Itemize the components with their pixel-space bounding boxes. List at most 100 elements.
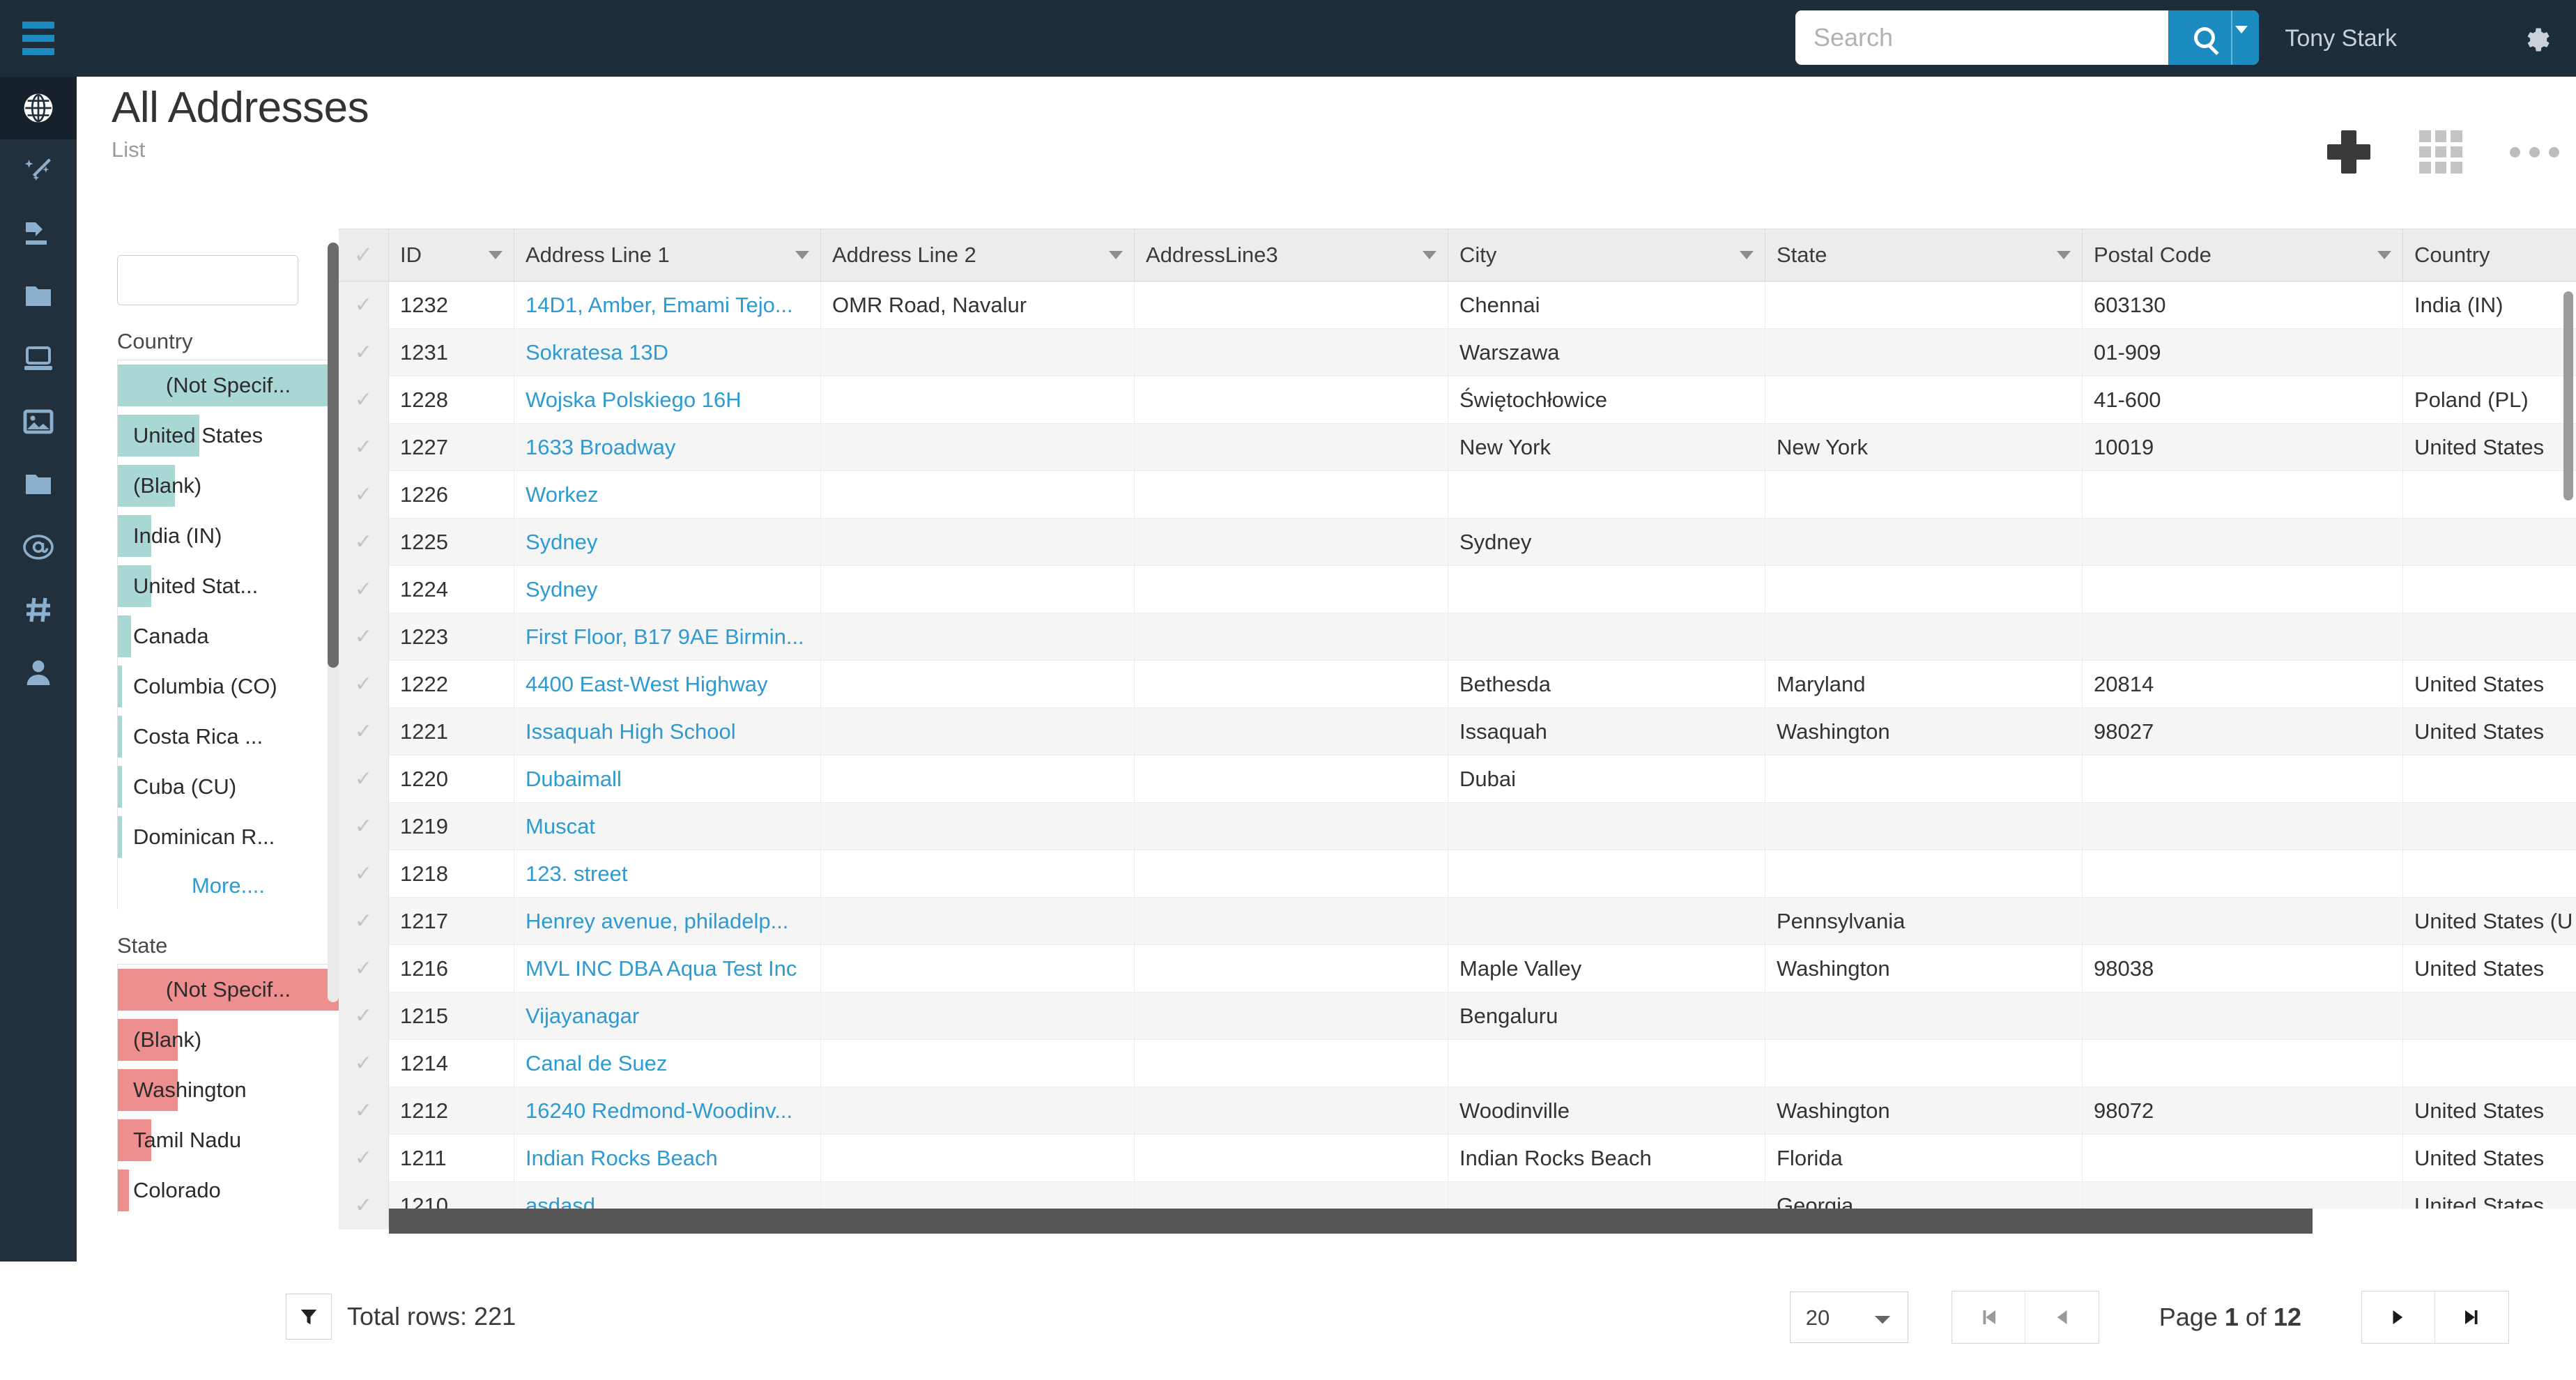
nav-item-globe[interactable] — [0, 77, 77, 139]
nav-item-folder-2[interactable] — [0, 453, 77, 516]
row-select-cell[interactable]: ✓ — [339, 1182, 389, 1229]
address-link[interactable]: Workez — [526, 482, 599, 507]
search-input[interactable] — [1795, 10, 2168, 65]
address-link[interactable]: Issaquah High School — [526, 719, 736, 744]
facet-item[interactable]: (Not Specif... — [118, 965, 339, 1015]
table-row[interactable]: ✓ 1226 Workez — [339, 471, 2576, 519]
facet-item[interactable]: India (IN) — [118, 511, 339, 561]
facet-item[interactable]: (Blank) — [118, 461, 339, 511]
table-row[interactable]: ✓ 1220 Dubaimall Dubai — [339, 756, 2576, 803]
grid-view-icon[interactable] — [2419, 130, 2462, 174]
facet-item[interactable]: Costa Rica ... — [118, 712, 339, 762]
row-select-cell[interactable]: ✓ — [339, 471, 389, 518]
select-all-cell[interactable]: ✓ — [339, 229, 389, 281]
address-link[interactable]: Indian Rocks Beach — [526, 1146, 718, 1171]
facet-item[interactable]: Washington — [118, 1065, 339, 1115]
row-select-cell[interactable]: ✓ — [339, 329, 389, 376]
table-row[interactable]: ✓ 1217 Henrey avenue, philadelp... Pennsylv… — [339, 898, 2576, 945]
more-ellipsis-icon[interactable] — [2510, 133, 2559, 171]
address-link[interactable]: 123. street — [526, 861, 627, 887]
chevron-down-icon[interactable] — [489, 251, 503, 259]
page-size-select[interactable]: 2050100 — [1789, 1291, 1908, 1343]
facet-item[interactable]: Cuba (CU) — [118, 762, 339, 812]
row-select-cell[interactable]: ✓ — [339, 992, 389, 1039]
table-row[interactable]: ✓ 1223 First Floor, B17 9AE Birmin... — [339, 613, 2576, 661]
chevron-down-icon[interactable] — [1740, 251, 1754, 259]
table-row[interactable]: ✓ 1224 Sydney — [339, 566, 2576, 613]
facet-item[interactable]: Colorado — [118, 1165, 339, 1216]
nav-item-laptop[interactable] — [0, 328, 77, 390]
facet-scrollbar[interactable] — [328, 243, 339, 1002]
facet-item[interactable]: Columbia (CO) — [118, 661, 339, 712]
address-link[interactable]: Dubaimall — [526, 767, 622, 792]
column-header-state[interactable]: State — [1765, 229, 2083, 281]
facet-item[interactable]: United Stat... — [118, 561, 339, 611]
row-select-cell[interactable]: ✓ — [339, 756, 389, 802]
nav-item-image[interactable] — [0, 390, 77, 453]
address-link[interactable]: 14D1, Amber, Emami Tejo... — [526, 293, 793, 318]
user-name[interactable]: Tony Stark — [2285, 25, 2397, 52]
table-row[interactable]: ✓ 1228 Wojska Polskiego 16H Świętochłowice 4… — [339, 376, 2576, 424]
address-link[interactable]: Sydney — [526, 577, 597, 602]
chevron-down-icon[interactable] — [2235, 26, 2248, 33]
row-select-cell[interactable]: ✓ — [339, 661, 389, 707]
row-select-cell[interactable]: ✓ — [339, 376, 389, 423]
table-row[interactable]: ✓ 1219 Muscat — [339, 803, 2576, 850]
address-link[interactable]: Wojska Polskiego 16H — [526, 388, 742, 413]
column-header-line1[interactable]: Address Line 1 — [514, 229, 821, 281]
table-row[interactable]: ✓ 1227 1633 Broadway New York New York 10019 U… — [339, 424, 2576, 471]
first-page-icon[interactable] — [1952, 1291, 2025, 1343]
column-header-line2[interactable]: Address Line 2 — [821, 229, 1135, 281]
chevron-down-icon[interactable] — [1423, 251, 1436, 259]
address-link[interactable]: 1633 Broadway — [526, 435, 675, 460]
address-link[interactable]: Sydney — [526, 530, 597, 555]
row-select-cell[interactable]: ✓ — [339, 282, 389, 328]
chevron-down-icon[interactable] — [2377, 251, 2391, 259]
facet-item[interactable]: Canada — [118, 611, 339, 661]
row-select-cell[interactable]: ✓ — [339, 519, 389, 565]
facet-scrollbar-thumb[interactable] — [328, 243, 339, 668]
table-row[interactable]: ✓ 1232 14D1, Amber, Emami Tejo... OMR Road,… — [339, 282, 2576, 329]
table-row[interactable]: ✓ 1218 123. street — [339, 850, 2576, 898]
nav-item-hash[interactable] — [0, 578, 77, 641]
column-header-country[interactable]: Country — [2403, 229, 2576, 281]
table-row[interactable]: ✓ 1216 MVL INC DBA Aqua Test Inc Maple Vall… — [339, 945, 2576, 992]
row-select-cell[interactable]: ✓ — [339, 945, 389, 992]
nav-item-at-sign[interactable] — [0, 516, 77, 578]
table-row[interactable]: ✓ 1225 Sydney Sydney — [339, 519, 2576, 566]
facet-more-link[interactable]: More.... — [118, 862, 339, 910]
nav-item-folder[interactable] — [0, 265, 77, 328]
facet-item[interactable]: (Blank) — [118, 1015, 339, 1065]
grid-vertical-scrollbar-thumb[interactable] — [2563, 291, 2573, 500]
nav-item-import[interactable] — [0, 202, 77, 265]
chevron-down-icon[interactable] — [1109, 251, 1123, 259]
facet-item[interactable]: Tamil Nadu — [118, 1115, 339, 1165]
search-button[interactable] — [2168, 10, 2259, 65]
table-row[interactable]: ✓ 1222 4400 East-West Highway Bethesda Maryl… — [339, 661, 2576, 708]
row-select-cell[interactable]: ✓ — [339, 1087, 389, 1134]
table-row[interactable]: ✓ 1215 Vijayanagar Bengaluru — [339, 992, 2576, 1040]
row-select-cell[interactable]: ✓ — [339, 566, 389, 613]
facet-item[interactable]: (Not Specif... — [118, 360, 339, 411]
table-row[interactable]: ✓ 1212 16240 Redmond-Woodinv... Woodinville… — [339, 1087, 2576, 1135]
address-link[interactable]: First Floor, B17 9AE Birmin... — [526, 624, 804, 650]
address-link[interactable]: Henrey avenue, philadelp... — [526, 909, 788, 934]
row-select-cell[interactable]: ✓ — [339, 708, 389, 755]
address-link[interactable]: Vijayanagar — [526, 1004, 639, 1029]
next-page-icon[interactable] — [2362, 1291, 2435, 1343]
facet-search-input[interactable] — [118, 256, 298, 305]
gear-icon[interactable] — [2520, 24, 2550, 55]
row-select-cell[interactable]: ✓ — [339, 424, 389, 470]
nav-item-magic-wand[interactable] — [0, 139, 77, 202]
address-link[interactable]: 4400 East-West Highway — [526, 672, 767, 697]
address-link[interactable]: Canal de Suez — [526, 1051, 667, 1076]
address-link[interactable]: MVL INC DBA Aqua Test Inc — [526, 956, 797, 981]
hamburger-menu-icon[interactable] — [0, 0, 77, 77]
chevron-down-icon[interactable] — [2057, 251, 2071, 259]
column-header-postal[interactable]: Postal Code — [2083, 229, 2403, 281]
address-link[interactable]: Muscat — [526, 814, 595, 839]
row-select-cell[interactable]: ✓ — [339, 1135, 389, 1181]
facet-item[interactable]: Dominican R... — [118, 812, 339, 862]
row-select-cell[interactable]: ✓ — [339, 850, 389, 897]
address-link[interactable]: Sokratesa 13D — [526, 340, 668, 365]
